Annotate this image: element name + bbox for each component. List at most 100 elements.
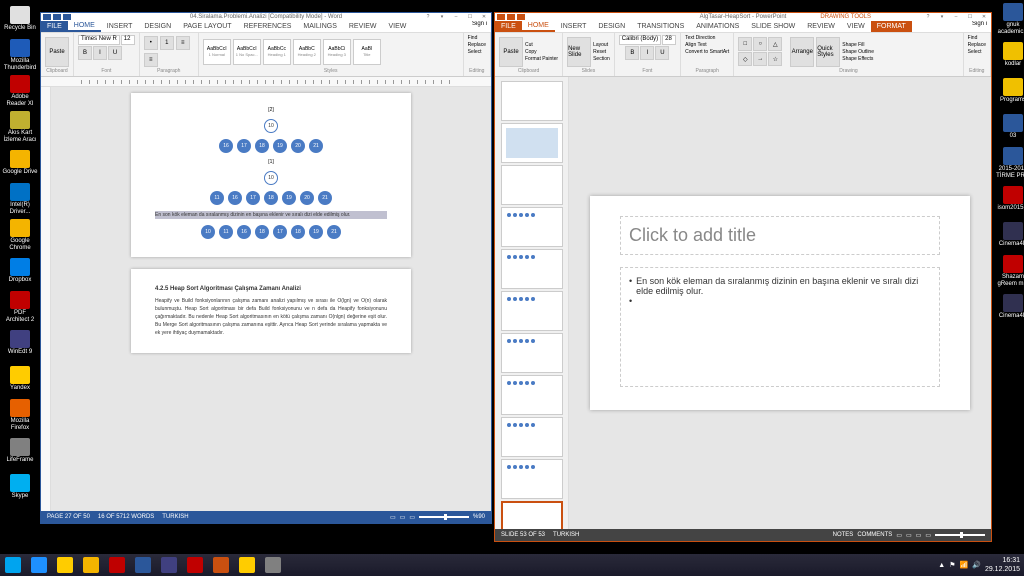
view-slideshow-icon[interactable]: ▭	[925, 532, 931, 539]
help-icon[interactable]: ?	[423, 14, 433, 20]
styles-gallery[interactable]: AaBbCcI1 NormalAaBbCcI1 No Spac...AaBbCc…	[203, 35, 459, 68]
bold-button[interactable]: B	[625, 46, 639, 60]
desktop-icon[interactable]: Shazam gReem m...	[995, 254, 1024, 288]
desktop-icon[interactable]: Recycle Bin	[2, 2, 38, 36]
ribbon-opts-icon[interactable]: ▾	[437, 14, 447, 20]
align-text-button[interactable]: Align Text	[685, 42, 707, 48]
view-web-icon[interactable]: ▭	[409, 514, 415, 521]
find-button[interactable]: Find	[968, 35, 978, 41]
slide-thumbnail[interactable]	[501, 291, 563, 331]
view-print-icon[interactable]: ▭	[400, 514, 406, 521]
view-normal-icon[interactable]: ▭	[896, 532, 902, 539]
desktop-icon[interactable]: Dropbox	[2, 254, 38, 288]
find-button[interactable]: Find	[468, 35, 478, 41]
align-left-button[interactable]: ≡	[176, 36, 190, 50]
word-page-1[interactable]: [2] 10 161718192021 [1] 10 1116171819202…	[131, 93, 411, 257]
tab-animations[interactable]: ANIMATIONS	[690, 21, 745, 32]
slide-thumbnail[interactable]	[501, 417, 563, 457]
desktop-icon[interactable]: Akıs Kart İzleme Aracı	[2, 110, 38, 144]
align-center-button[interactable]: ≡	[144, 53, 158, 67]
taskbar-start[interactable]	[0, 554, 26, 576]
slide-thumbnail[interactable]	[501, 501, 563, 529]
replace-button[interactable]: Replace	[468, 42, 486, 48]
slide-thumbnail[interactable]	[501, 249, 563, 289]
italic-button[interactable]: I	[640, 46, 654, 60]
tab-view[interactable]: VIEW	[382, 21, 412, 32]
numbering-button[interactable]: 1	[160, 36, 174, 50]
redo-icon[interactable]	[63, 14, 71, 20]
paste-button[interactable]: Paste	[45, 37, 69, 67]
underline-button[interactable]: U	[655, 46, 669, 60]
style-item[interactable]: AaBbCcI1 No Spac...	[233, 39, 261, 65]
language[interactable]: TURKISH	[553, 532, 579, 538]
tab-design[interactable]: DESIGN	[138, 21, 177, 32]
taskbar-explorer2[interactable]	[234, 554, 260, 576]
taskbar-task[interactable]	[260, 554, 286, 576]
taskbar-ie[interactable]	[26, 554, 52, 576]
taskbar-winedt[interactable]	[156, 554, 182, 576]
style-item[interactable]: AaBbCHeading 2	[293, 39, 321, 65]
save-icon[interactable]	[43, 14, 51, 20]
tab-review[interactable]: REVIEW	[343, 21, 383, 32]
undo-icon[interactable]	[53, 14, 61, 20]
comments-button[interactable]: COMMENTS	[857, 532, 892, 538]
help-icon[interactable]: ?	[923, 14, 933, 20]
font-family-select[interactable]: Times New R	[78, 35, 120, 45]
desktop-icon[interactable]: Mozilla Thunderbird	[2, 38, 38, 72]
quick-styles-button[interactable]: Quick Styles	[816, 37, 840, 67]
zoom-slider[interactable]	[935, 534, 985, 536]
shapes-gallery[interactable]: □○△ ◇→☆	[738, 37, 788, 66]
desktop-icon[interactable]: Cinema4D	[995, 218, 1024, 252]
close-icon[interactable]: ✕	[979, 14, 989, 20]
desktop-icon[interactable]: Google Chrome	[2, 218, 38, 252]
desktop-icon[interactable]: 03	[995, 110, 1024, 144]
slide-thumbnail[interactable]	[501, 207, 563, 247]
redo-icon[interactable]	[517, 14, 525, 20]
zoom-level[interactable]: %90	[473, 514, 485, 520]
signin-link[interactable]: Sign i	[468, 21, 491, 32]
slide-thumbnail[interactable]	[501, 81, 563, 121]
zoom-slider[interactable]	[419, 516, 469, 518]
font-size-select[interactable]: 12	[121, 35, 135, 45]
font-family-select[interactable]: Calibri (Body)	[619, 35, 661, 45]
tab-format[interactable]: FORMAT	[871, 21, 912, 32]
taskbar-word[interactable]	[130, 554, 156, 576]
minimize-icon[interactable]: –	[951, 14, 961, 20]
bold-button[interactable]: B	[78, 46, 92, 60]
convert-smartart-button[interactable]: Convert to SmartArt	[685, 49, 729, 55]
view-read-icon[interactable]: ▭	[390, 514, 396, 521]
undo-icon[interactable]	[507, 14, 515, 20]
clock[interactable]: 16:31 29.12.2015	[985, 556, 1020, 574]
copy-button[interactable]: Copy	[525, 49, 558, 55]
network-icon[interactable]: 📶	[960, 561, 969, 569]
tab-file[interactable]: FILE	[495, 21, 522, 32]
bullets-button[interactable]: •	[144, 36, 158, 50]
desktop-icon[interactable]: Adobe Reader XI	[2, 74, 38, 108]
select-button[interactable]: Select	[468, 49, 482, 55]
desktop-icon[interactable]: Cinema4D	[995, 290, 1024, 324]
italic-button[interactable]: I	[93, 46, 107, 60]
taskbar-chrome[interactable]	[78, 554, 104, 576]
desktop-icon[interactable]: LifeFrame	[2, 434, 38, 468]
word-qat[interactable]	[43, 14, 71, 20]
tab-slide-show[interactable]: SLIDE SHOW	[745, 21, 801, 32]
desktop-icon[interactable]: 2015-2016 TİRME PR...	[995, 146, 1024, 180]
close-icon[interactable]: ✕	[479, 14, 489, 20]
current-slide[interactable]: Click to add title En son kök eleman da …	[590, 196, 970, 410]
word-page-2[interactable]: 4.2.5 Heap Sort Algoritması Çalışma Zama…	[131, 269, 411, 353]
desktop-icon[interactable]: Programs	[995, 74, 1024, 108]
view-reading-icon[interactable]: ▭	[916, 532, 922, 539]
select-button[interactable]: Select	[968, 49, 982, 55]
ruler-horizontal[interactable]	[41, 77, 491, 87]
desktop-icon[interactable]: Yandex	[2, 362, 38, 396]
replace-button[interactable]: Replace	[968, 42, 986, 48]
ribbon-opts-icon[interactable]: ▾	[937, 14, 947, 20]
thumbnail-panel[interactable]	[495, 77, 569, 529]
signin-link[interactable]: Sign i	[968, 21, 991, 32]
style-item[interactable]: AaBlTitle	[353, 39, 381, 65]
maximize-icon[interactable]: ☐	[965, 14, 975, 20]
word-page-scroll[interactable]: [2] 10 161718192021 [1] 10 1116171819202…	[51, 87, 491, 511]
layout-button[interactable]: Layout	[593, 42, 610, 48]
desktop-icon[interactable]: kodlar	[995, 38, 1024, 72]
new-slide-button[interactable]: New Slide	[567, 37, 591, 67]
